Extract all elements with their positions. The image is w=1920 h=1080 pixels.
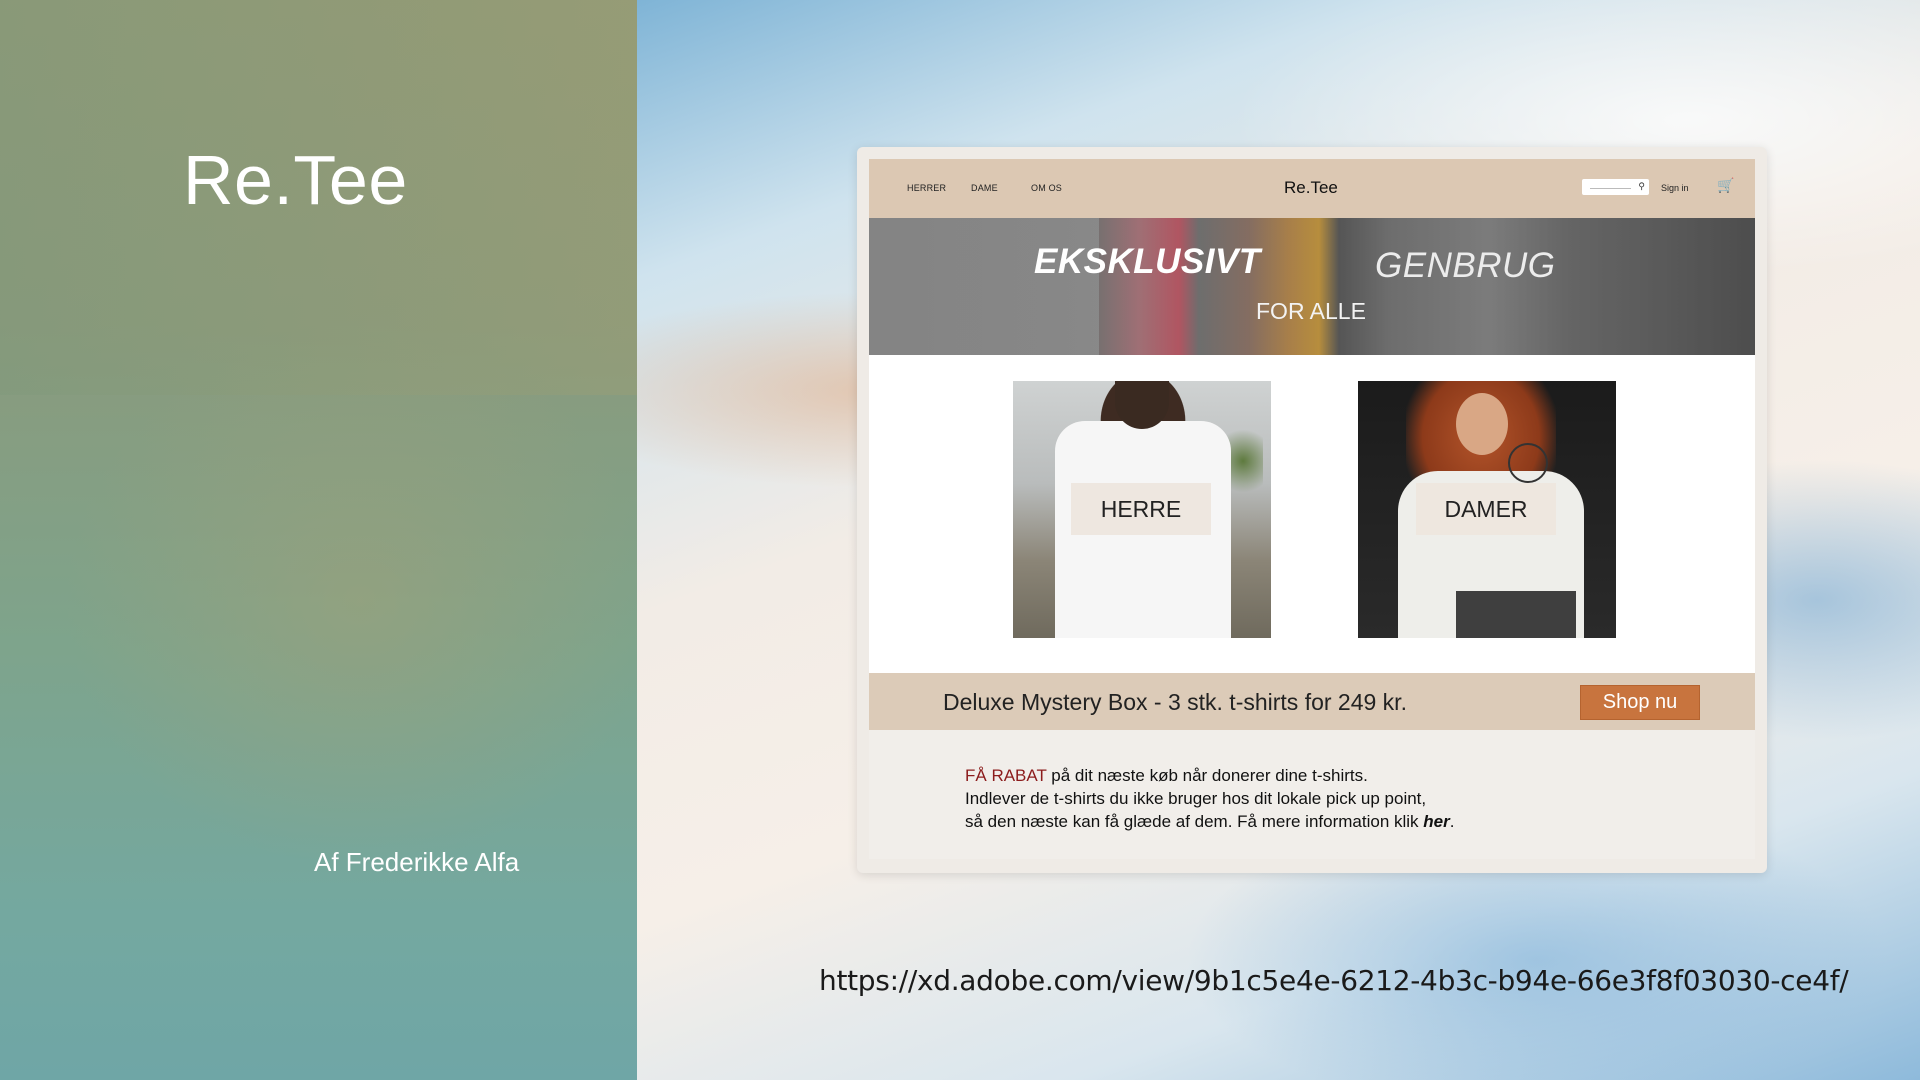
hero-line-1: EKSKLUSIVT	[1034, 242, 1261, 281]
cart-icon[interactable]: 🛒	[1717, 177, 1734, 194]
slide-author: Af Frederikke Alfa	[314, 847, 520, 877]
hero-shade	[869, 218, 1755, 355]
site-nav: HERRER DAME OM OS Re.Tee ⚲ Sign in 🛒	[869, 159, 1755, 218]
info-line-1: FÅ RABAT på dit næste køb når donerer di…	[965, 764, 1454, 787]
nav-link-om-os[interactable]: OM OS	[1031, 183, 1062, 193]
hero-line-3: FOR ALLE	[1256, 298, 1366, 324]
more-info-link[interactable]: her	[1423, 812, 1449, 831]
category-label-damer: DAMER	[1416, 483, 1556, 535]
search-underline	[1590, 188, 1631, 189]
info-line-3-start: så den næste kan få glæde af dem. Få mer…	[965, 812, 1424, 831]
shirt-logo-icon	[1508, 443, 1548, 483]
info-line-2: Indlever de t-shirts du ikke bruger hos …	[965, 789, 1427, 808]
info-line-3-end: .	[1449, 812, 1455, 831]
search-icon[interactable]: ⚲	[1638, 181, 1645, 192]
model-pants	[1456, 591, 1576, 638]
info-text: FÅ RABAT på dit næste køb når donerer di…	[965, 764, 1454, 833]
rabat-highlight: FÅ RABAT	[965, 766, 1047, 785]
shop-now-button[interactable]: Shop nu	[1580, 685, 1700, 720]
slide-title: Re.Tee	[183, 141, 408, 219]
website-mockup: HERRER DAME OM OS Re.Tee ⚲ Sign in 🛒 EKS…	[869, 159, 1755, 859]
mystery-box-text: Deluxe Mystery Box - 3 stk. t-shirts for…	[943, 689, 1407, 715]
category-card-damer[interactable]: DAMER	[1358, 381, 1616, 638]
sign-in-link[interactable]: Sign in	[1661, 183, 1689, 193]
mystery-box-bar: Deluxe Mystery Box - 3 stk. t-shirts for…	[869, 673, 1755, 730]
info-line-3: så den næste kan få glæde af dem. Få mer…	[965, 810, 1454, 833]
nav-link-herrer[interactable]: HERRER	[907, 183, 946, 193]
search-input[interactable]: ⚲	[1582, 179, 1649, 195]
info-section: FÅ RABAT på dit næste køb når donerer di…	[869, 730, 1755, 859]
prototype-url[interactable]: https://xd.adobe.com/view/9b1c5e4e-6212-…	[819, 964, 1849, 997]
info-line-1-rest: på dit næste køb når donerer dine t-shir…	[1046, 766, 1368, 785]
category-card-herre[interactable]: HERRE	[1013, 381, 1271, 638]
category-label-herre: HERRE	[1071, 483, 1211, 535]
nav-link-dame[interactable]: DAME	[971, 183, 998, 193]
hero-line-2: GENBRUG	[1375, 246, 1556, 285]
hero-banner: EKSKLUSIVT GENBRUG FOR ALLE	[869, 218, 1755, 355]
site-brand[interactable]: Re.Tee	[1284, 178, 1338, 198]
model-face	[1456, 393, 1508, 455]
